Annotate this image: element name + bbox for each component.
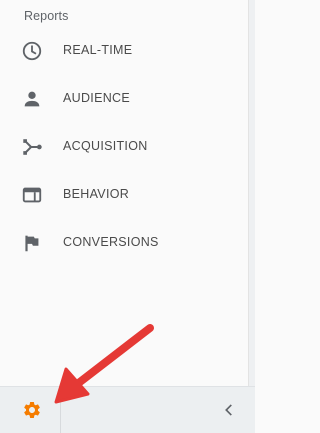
admin-settings-button[interactable]	[0, 387, 61, 433]
person-icon	[21, 88, 43, 110]
acquisition-fork-icon	[21, 136, 43, 158]
reports-nav: REAL-TIME AUDIENCE ACQUISITION BEHAVIOR …	[0, 26, 248, 266]
sidebar-item-audience[interactable]: AUDIENCE	[0, 74, 248, 122]
sidebar-item-label: ACQUISITION	[63, 139, 148, 153]
content-edge	[249, 0, 255, 386]
sidebar-footer	[0, 386, 255, 433]
clock-icon	[21, 40, 43, 62]
sidebar-item-label: CONVERSIONS	[63, 235, 159, 249]
sidebar-item-conversions[interactable]: CONVERSIONS	[0, 218, 248, 266]
gear-icon	[24, 402, 40, 418]
sidebar-item-acquisition[interactable]: ACQUISITION	[0, 122, 248, 170]
sidebar-item-label: REAL-TIME	[63, 43, 133, 57]
section-title-reports: Reports	[24, 9, 69, 23]
flag-icon	[21, 232, 43, 254]
browser-window-icon	[21, 184, 43, 206]
collapse-sidebar-button[interactable]	[218, 399, 240, 421]
chevron-left-icon	[225, 404, 232, 416]
sidebar-item-real-time[interactable]: REAL-TIME	[0, 26, 248, 74]
sidebar-item-behavior[interactable]: BEHAVIOR	[0, 170, 248, 218]
sidebar-item-label: BEHAVIOR	[63, 187, 130, 201]
sidebar-item-label: AUDIENCE	[63, 91, 130, 105]
sidebar-panel: Reports REAL-TIME AUDIENCE ACQUISITION B…	[0, 0, 249, 386]
